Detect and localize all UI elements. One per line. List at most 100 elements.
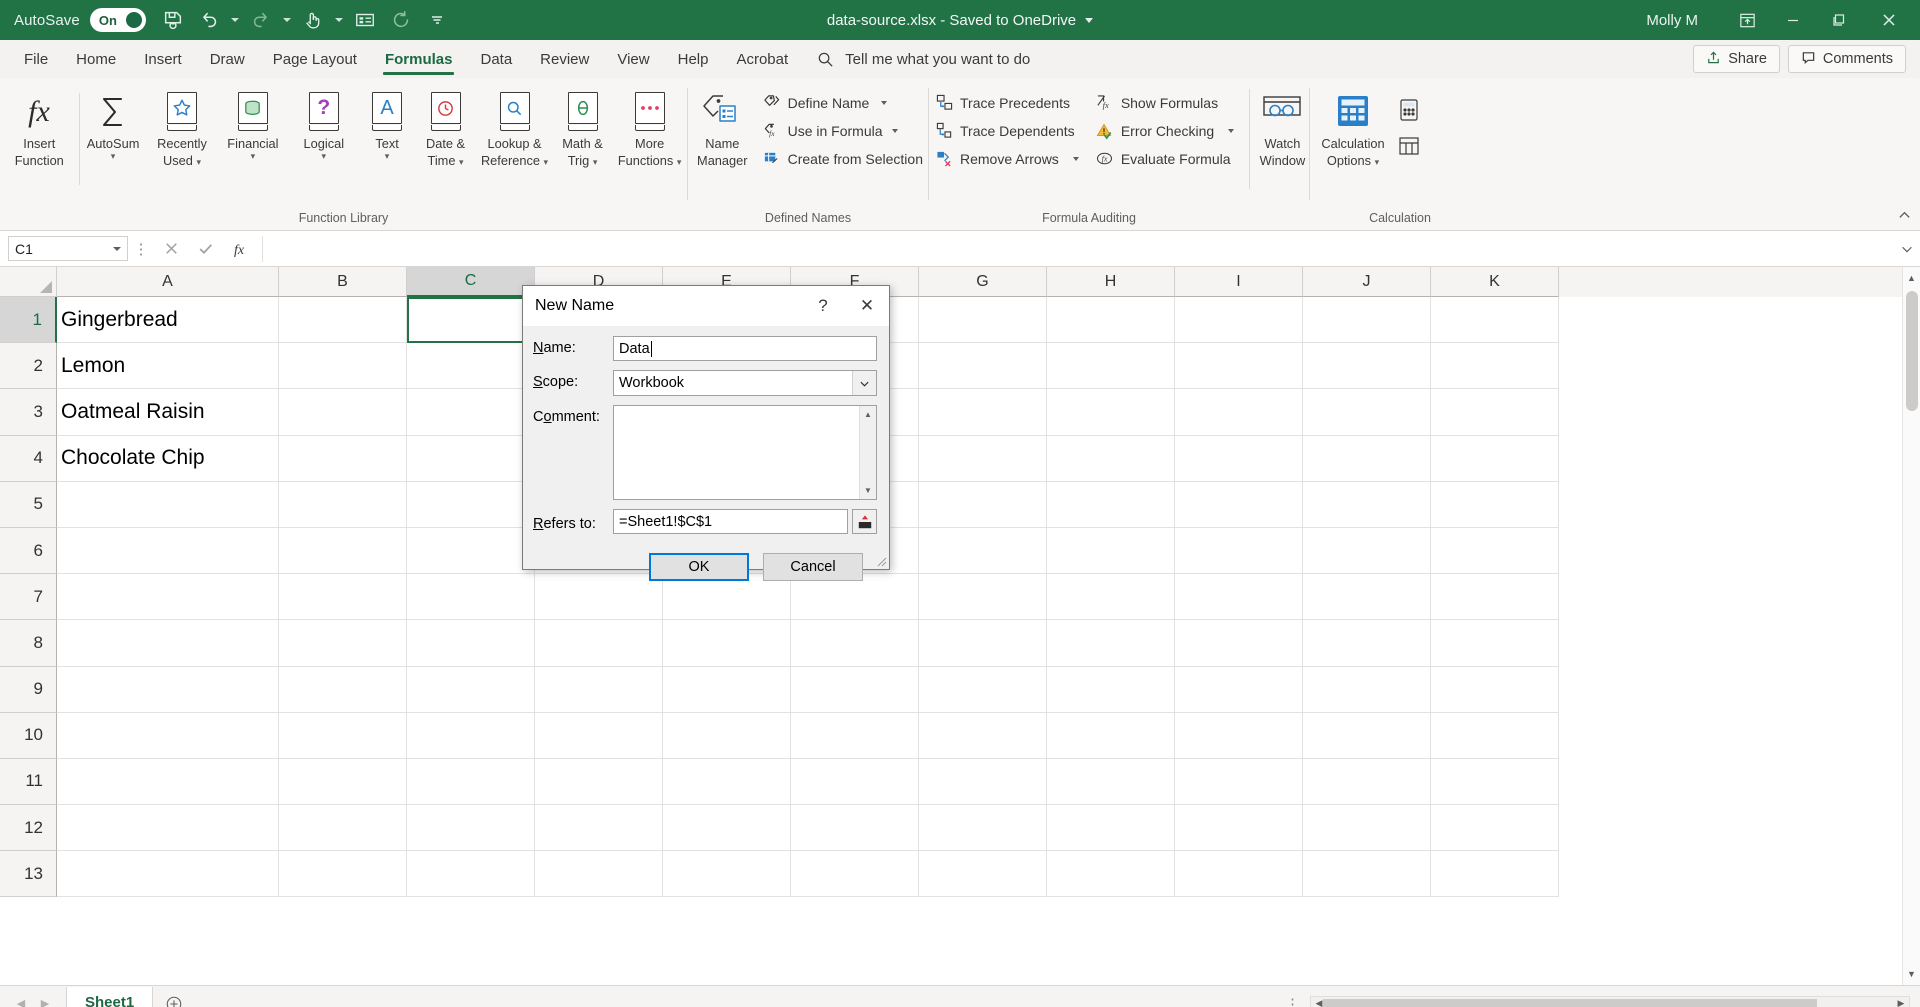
- cell-I4[interactable]: [1175, 435, 1303, 482]
- column-header-k[interactable]: K: [1431, 267, 1559, 297]
- cell-B5[interactable]: [279, 481, 407, 528]
- row-header-5[interactable]: 5: [0, 481, 57, 528]
- cell-F10[interactable]: [791, 712, 919, 759]
- calculate-now-icon[interactable]: [1396, 97, 1422, 123]
- autosave-switch[interactable]: On: [89, 8, 146, 32]
- scope-select[interactable]: Workbook: [613, 370, 877, 396]
- comment-textarea[interactable]: ▲ ▼: [613, 405, 877, 500]
- autosum-dropdown-icon[interactable]: ▾: [111, 151, 116, 160]
- row-header-3[interactable]: 3: [0, 389, 57, 436]
- cell-E7[interactable]: [663, 574, 791, 621]
- cell-F7[interactable]: [791, 574, 919, 621]
- tab-insert[interactable]: Insert: [130, 40, 196, 78]
- cell-I3[interactable]: [1175, 389, 1303, 436]
- cell-J9[interactable]: [1303, 666, 1431, 713]
- restore-up-icon[interactable]: [1724, 0, 1770, 40]
- cancel-icon[interactable]: [154, 234, 188, 264]
- ok-button[interactable]: OK: [649, 553, 749, 581]
- cell-G7[interactable]: [919, 574, 1047, 621]
- cell-C2[interactable]: [407, 343, 535, 390]
- cell-K1[interactable]: [1431, 297, 1559, 344]
- cell-J7[interactable]: [1303, 574, 1431, 621]
- calculate-sheet-icon[interactable]: [1396, 133, 1422, 159]
- financial-dropdown-icon[interactable]: ▾: [251, 151, 256, 160]
- cell-B1[interactable]: [279, 297, 407, 344]
- cell-G1[interactable]: [919, 297, 1047, 344]
- cell-A7[interactable]: [57, 574, 279, 621]
- cell-D11[interactable]: [535, 758, 663, 806]
- horizontal-scroll-thumb[interactable]: [1323, 998, 1817, 1007]
- undo-dropdown-icon[interactable]: [228, 5, 242, 35]
- collapse-ribbon-icon[interactable]: [1897, 208, 1912, 226]
- cell-H9[interactable]: [1047, 666, 1175, 713]
- row-header-1[interactable]: 1: [0, 297, 57, 344]
- cell-H3[interactable]: [1047, 389, 1175, 436]
- cell-A11[interactable]: [57, 758, 279, 806]
- refers-to-input[interactable]: =Sheet1!$C$1: [613, 509, 848, 534]
- cell-K5[interactable]: [1431, 481, 1559, 528]
- cell-H13[interactable]: [1047, 851, 1175, 898]
- cell-I11[interactable]: [1175, 758, 1303, 806]
- maximize-icon[interactable]: [1816, 0, 1862, 40]
- row-header-9[interactable]: 9: [0, 666, 57, 713]
- cell-B7[interactable]: [279, 574, 407, 621]
- cell-C1[interactable]: [407, 297, 535, 344]
- minimize-icon[interactable]: [1770, 0, 1816, 40]
- watch-window-button[interactable]: Watch Window: [1256, 85, 1309, 168]
- cell-E8[interactable]: [663, 620, 791, 667]
- nav-next-icon[interactable]: ▶: [34, 997, 56, 1007]
- scroll-down-icon[interactable]: ▼: [1903, 963, 1920, 985]
- cell-A13[interactable]: [57, 851, 279, 898]
- dialog-resize-grip[interactable]: [875, 555, 887, 567]
- cell-G9[interactable]: [919, 666, 1047, 713]
- cell-G3[interactable]: [919, 389, 1047, 436]
- trace-precedents-button[interactable]: Trace Precedents: [929, 90, 1084, 115]
- sheet-overflow-icon[interactable]: ⋮: [1285, 995, 1310, 1007]
- refresh-icon[interactable]: [384, 5, 418, 35]
- cell-A6[interactable]: [57, 527, 279, 575]
- cell-H2[interactable]: [1047, 343, 1175, 390]
- cell-G4[interactable]: [919, 435, 1047, 482]
- cell-I7[interactable]: [1175, 574, 1303, 621]
- cell-K8[interactable]: [1431, 620, 1559, 667]
- cell-E13[interactable]: [663, 851, 791, 898]
- cell-H5[interactable]: [1047, 481, 1175, 528]
- tab-acrobat[interactable]: Acrobat: [722, 40, 802, 78]
- error-checking-button[interactable]: Error Checking: [1090, 118, 1239, 143]
- cell-F8[interactable]: [791, 620, 919, 667]
- cell-D7[interactable]: [535, 574, 663, 621]
- cell-F13[interactable]: [791, 851, 919, 898]
- math-trig-button[interactable]: Math & Trig ▾: [553, 85, 612, 169]
- more-functions-button[interactable]: More Functions ▾: [612, 85, 687, 169]
- tell-me-box[interactable]: Tell me what you want to do: [816, 50, 1030, 69]
- cell-H7[interactable]: [1047, 574, 1175, 621]
- logical-button[interactable]: ? Logical ▾: [288, 85, 359, 160]
- row-header-12[interactable]: 12: [0, 805, 57, 852]
- name-input[interactable]: Data: [613, 336, 877, 361]
- cell-A1[interactable]: Gingerbread: [57, 297, 279, 344]
- hscroll-right-icon[interactable]: ▶: [1893, 998, 1909, 1007]
- cell-I5[interactable]: [1175, 481, 1303, 528]
- cell-F9[interactable]: [791, 666, 919, 713]
- help-icon[interactable]: ?: [801, 286, 845, 326]
- cell-G2[interactable]: [919, 343, 1047, 390]
- row-header-2[interactable]: 2: [0, 343, 57, 390]
- cell-B12[interactable]: [279, 805, 407, 852]
- cell-J1[interactable]: [1303, 297, 1431, 344]
- cell-K9[interactable]: [1431, 666, 1559, 713]
- cell-C10[interactable]: [407, 712, 535, 759]
- evaluate-formula-button[interactable]: fx Evaluate Formula: [1090, 146, 1239, 171]
- cell-J4[interactable]: [1303, 435, 1431, 482]
- chevron-down-icon[interactable]: [1894, 242, 1920, 256]
- cell-H11[interactable]: [1047, 758, 1175, 806]
- remove-arrows-dropdown-icon[interactable]: [1072, 156, 1079, 161]
- autosave-toggle[interactable]: AutoSave On: [14, 8, 146, 32]
- row-header-13[interactable]: 13: [0, 851, 57, 898]
- touch-mode-dropdown-icon[interactable]: [332, 5, 346, 35]
- vertical-scroll-thumb[interactable]: [1906, 291, 1918, 411]
- cell-D10[interactable]: [535, 712, 663, 759]
- cell-B4[interactable]: [279, 435, 407, 482]
- row-header-4[interactable]: 4: [0, 435, 57, 482]
- formula-bar-handle[interactable]: ⋮: [128, 240, 154, 258]
- cell-E10[interactable]: [663, 712, 791, 759]
